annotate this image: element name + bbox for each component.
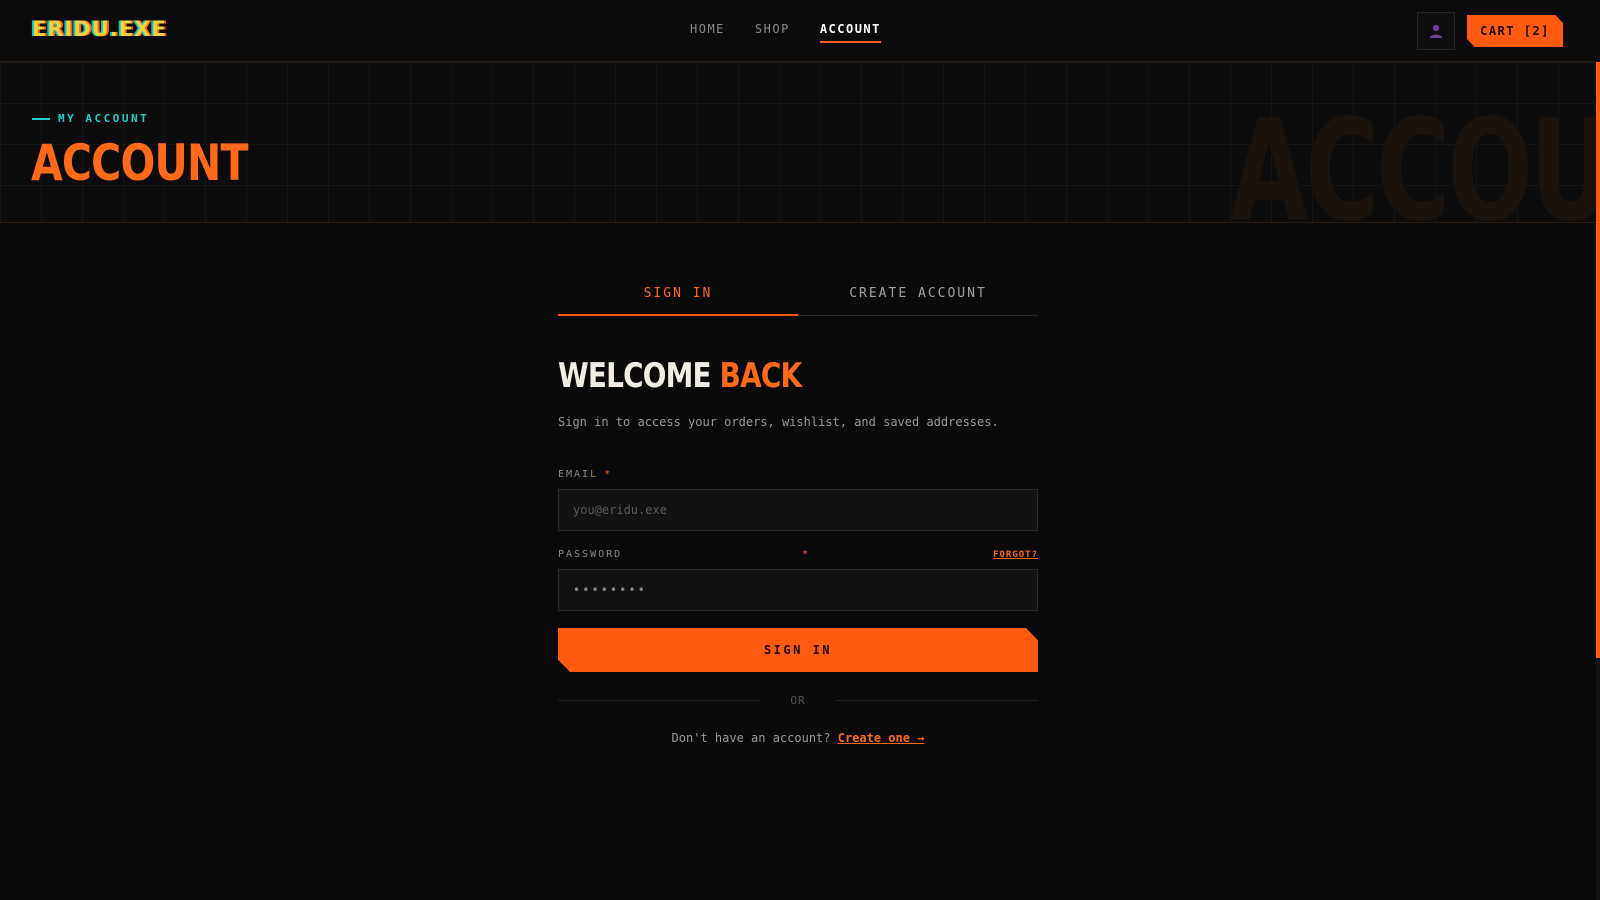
or-divider: OR xyxy=(558,694,1038,707)
cart-button[interactable]: CART [2] xyxy=(1467,15,1563,47)
form-subtitle: Sign in to access your orders, wishlist,… xyxy=(558,415,999,429)
heading-part-1: WELCOME xyxy=(558,356,712,396)
nav-link-shop[interactable]: SHOP xyxy=(755,22,790,43)
auth-panel: SIGN IN CREATE ACCOUNT WELCOME BACK Sign… xyxy=(558,270,1038,745)
nav-link-account[interactable]: ACCOUNT xyxy=(819,22,881,43)
password-input[interactable] xyxy=(558,569,1038,611)
divider-line-right xyxy=(835,700,1038,701)
eyebrow-dash xyxy=(32,117,50,120)
forgot-password-link[interactable]: FORGOT? xyxy=(993,550,1038,560)
signup-prompt-row: Don't have an account? Create one → xyxy=(558,731,1038,745)
password-label-row: PASSWORD * FORGOT? xyxy=(558,549,1038,560)
page-hero: ACCOUNT MY ACCOUNT ACCOUNT xyxy=(0,62,1596,223)
eyebrow-text: MY ACCOUNT xyxy=(58,112,150,125)
site-logo[interactable]: ERIDU.EXE xyxy=(32,17,167,41)
email-required-mark: * xyxy=(604,469,613,480)
password-label: PASSWORD xyxy=(558,549,623,560)
heading-part-2: BACK xyxy=(719,356,802,396)
main-nav: HOME SHOP ACCOUNT xyxy=(690,22,881,43)
email-input[interactable] xyxy=(558,489,1038,531)
tab-create-account[interactable]: CREATE ACCOUNT xyxy=(798,270,1038,315)
user-icon xyxy=(1430,24,1442,38)
email-label: EMAIL * xyxy=(558,469,613,480)
hero-eyebrow: MY ACCOUNT xyxy=(32,112,149,125)
page-title: ACCOUNT xyxy=(31,134,248,192)
auth-tabs: SIGN IN CREATE ACCOUNT xyxy=(558,270,1038,316)
account-button[interactable] xyxy=(1417,12,1455,50)
nav-link-home[interactable]: HOME xyxy=(690,22,725,43)
scrollbar-thumb[interactable] xyxy=(1596,62,1600,658)
sign-in-button[interactable]: SIGN IN xyxy=(558,628,1038,672)
tab-sign-in[interactable]: SIGN IN xyxy=(558,270,798,316)
divider-line-left xyxy=(558,700,761,701)
divider-label: OR xyxy=(790,694,806,707)
scrollbar[interactable] xyxy=(1596,62,1600,900)
password-required-mark: * xyxy=(802,549,811,560)
form-heading: WELCOME BACK xyxy=(558,356,952,396)
hero-background-text: ACCOUNT xyxy=(1230,90,1596,223)
signup-prompt: Don't have an account? xyxy=(671,731,831,745)
email-label-row: EMAIL * xyxy=(558,469,1038,480)
create-account-link[interactable]: Create one → xyxy=(838,731,925,745)
top-navigation-bar: ERIDU.EXE HOME SHOP ACCOUNT CART [2] xyxy=(0,0,1600,62)
